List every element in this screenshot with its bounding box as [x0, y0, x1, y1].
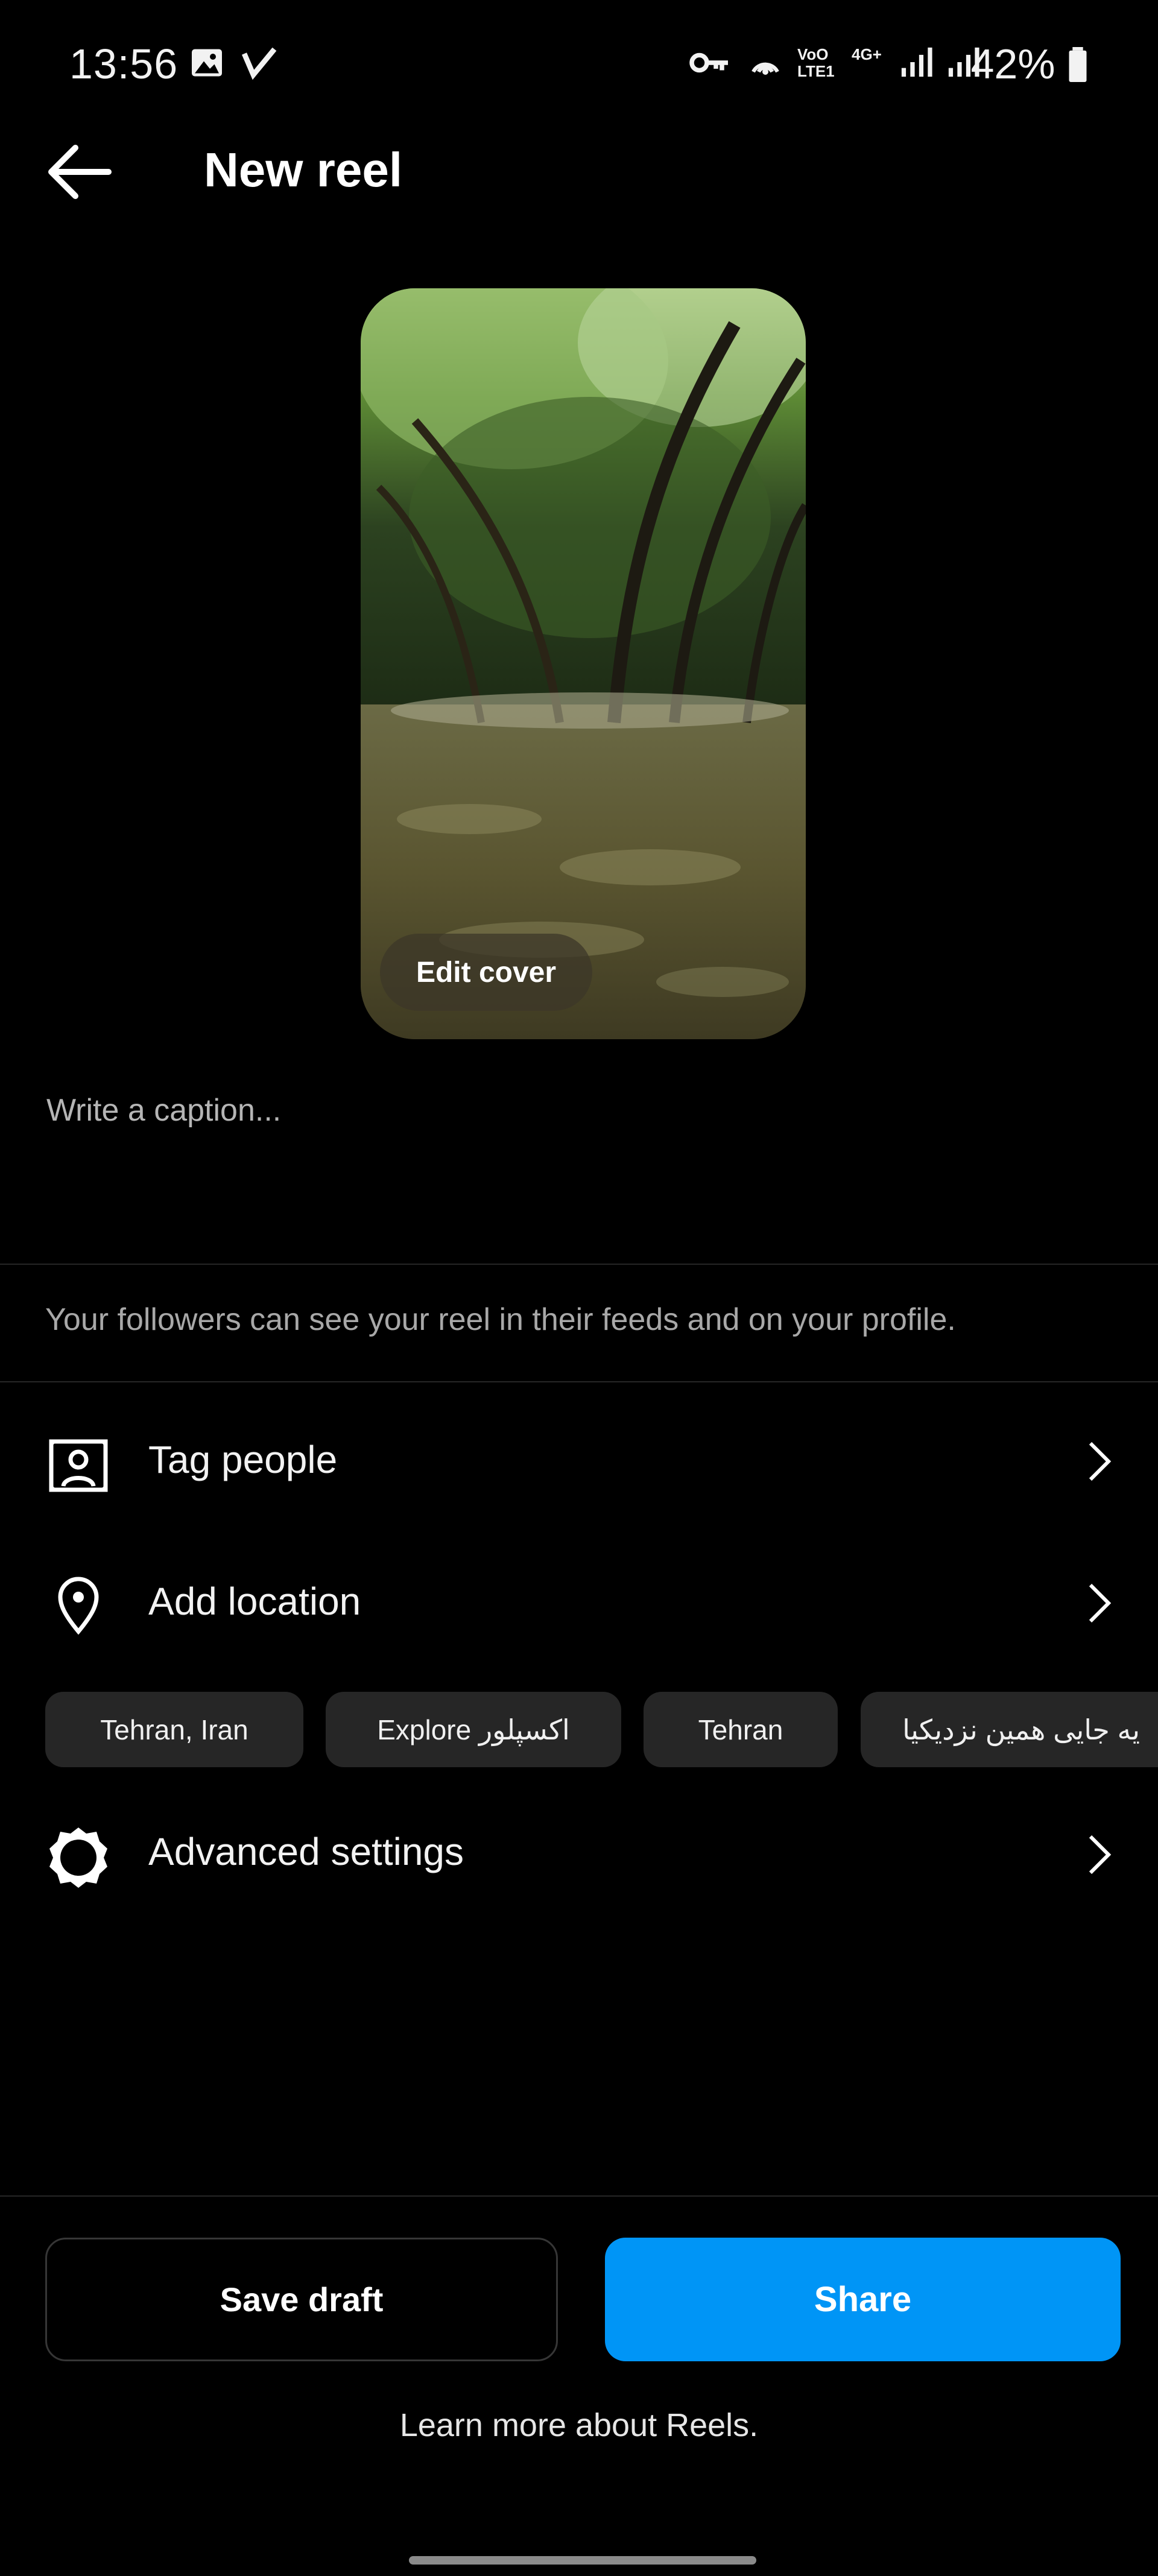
home-indicator[interactable] [409, 2556, 756, 2565]
edit-cover-button[interactable]: Edit cover [380, 934, 592, 1011]
add-location-row[interactable]: Add location [0, 1547, 1158, 1656]
back-button[interactable] [42, 139, 115, 205]
location-pin-icon [45, 1574, 112, 1638]
page-title: New reel [204, 143, 403, 197]
advanced-settings-row[interactable]: Advanced settings [0, 1800, 1158, 1909]
location-chip[interactable]: Tehran [644, 1692, 838, 1767]
gallery-icon [189, 45, 225, 84]
reel-cover-image[interactable] [361, 288, 806, 1039]
network-type-label: 4G+ [852, 45, 882, 63]
chevron-right-icon [1084, 1834, 1115, 1879]
check-icon [241, 45, 277, 84]
followers-note: Your followers can see your reel in thei… [45, 1302, 956, 1337]
divider [0, 1264, 1158, 1265]
volte-label: VoO LTE1 [797, 45, 835, 80]
battery-level: 42% [970, 40, 1089, 88]
battery-icon [1069, 47, 1087, 82]
location-chip[interactable]: Explore اکسپلور [326, 1692, 621, 1767]
location-chip[interactable]: Tehran, Iran [45, 1692, 303, 1767]
location-chip-label: یه جایی همین نزدیکیا [902, 1714, 1140, 1745]
add-location-label: Add location [148, 1580, 361, 1623]
tag-person-icon [45, 1435, 112, 1499]
forest-path-image [361, 288, 806, 1039]
status-time: 13:56 [69, 40, 179, 87]
divider [0, 1381, 1158, 1382]
divider [0, 2195, 1158, 2197]
save-draft-button[interactable]: Save draft [45, 2238, 558, 2361]
gear-icon [45, 1824, 112, 1894]
chevron-right-icon [1084, 1582, 1115, 1627]
hotspot-icon [745, 45, 786, 84]
chevron-right-icon [1084, 1440, 1115, 1486]
share-button[interactable]: Share [605, 2238, 1121, 2361]
key-icon [689, 45, 731, 84]
arrow-left-icon [48, 145, 112, 199]
signal-icon [899, 45, 934, 83]
learn-more-link[interactable]: Learn more about Reels. [0, 2407, 1158, 2444]
tag-people-row[interactable]: Tag people [0, 1405, 1158, 1514]
battery-percent: 42% [970, 40, 1055, 87]
tag-people-label: Tag people [148, 1438, 338, 1481]
location-chip[interactable]: یه جایی همین نزدیکیا [861, 1692, 1158, 1767]
caption-input[interactable] [45, 1080, 1115, 1141]
advanced-settings-label: Advanced settings [148, 1830, 464, 1873]
